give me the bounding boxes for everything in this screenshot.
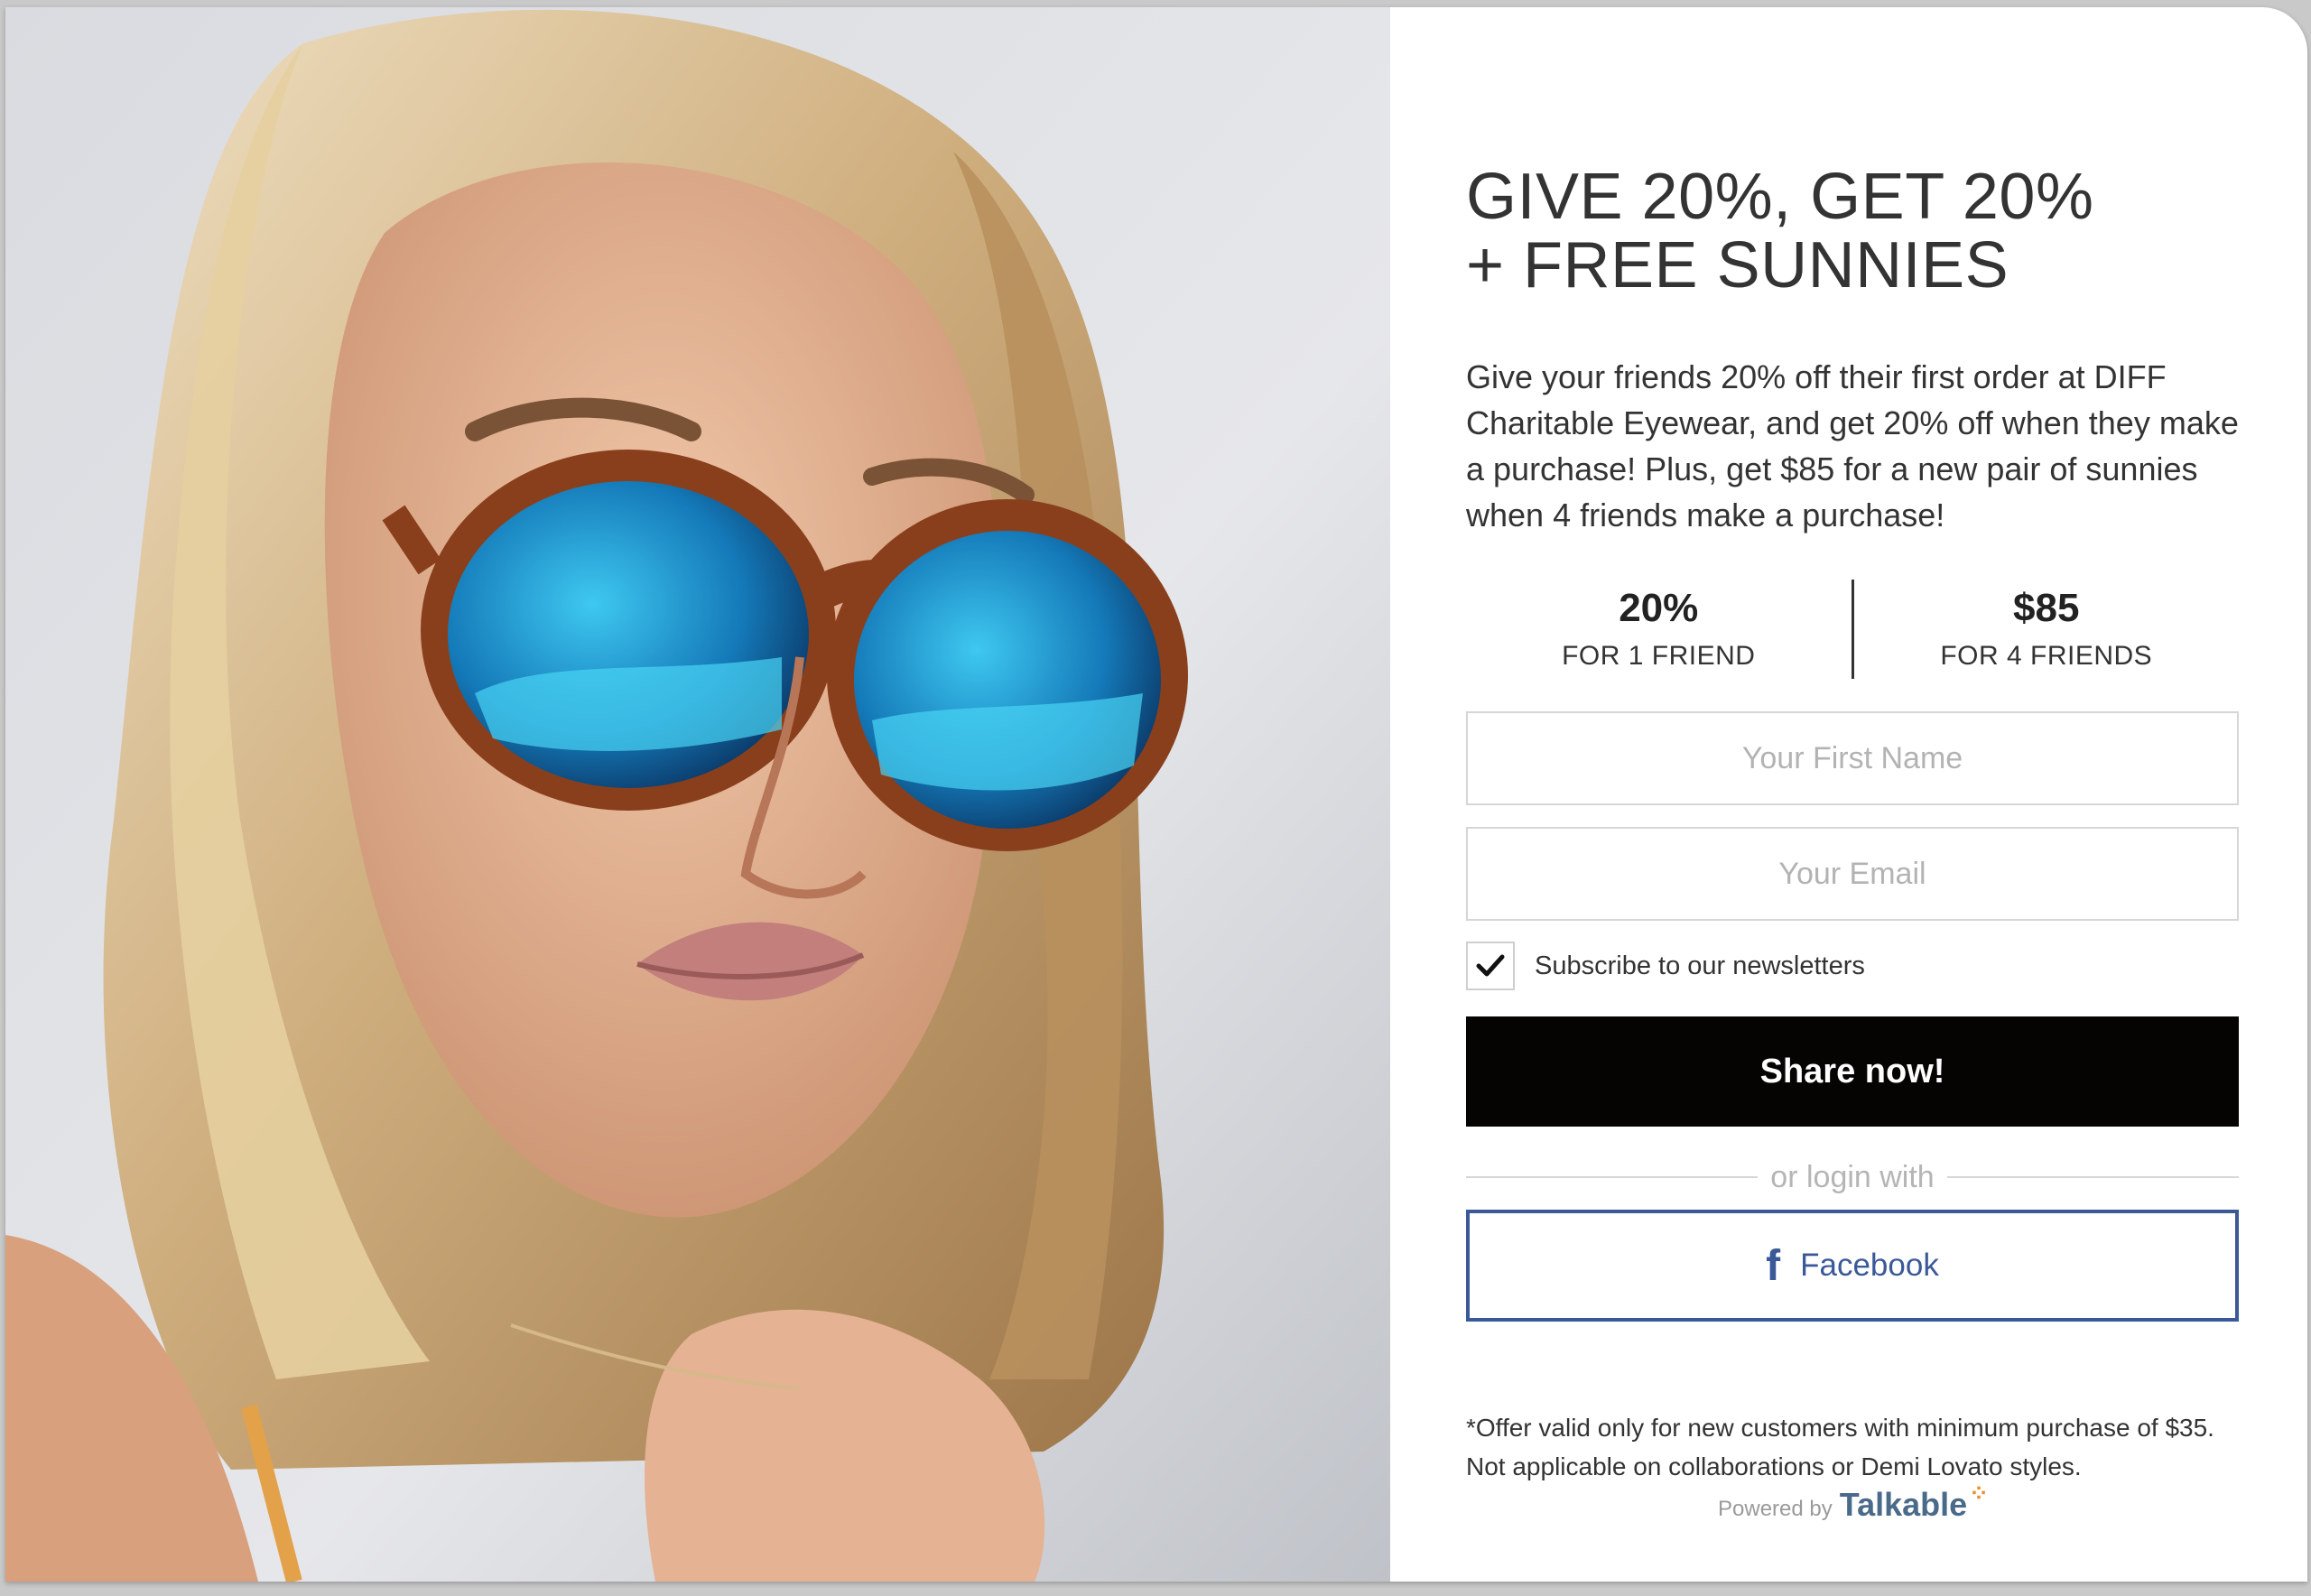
subscribe-checkbox[interactable] — [1466, 942, 1515, 990]
or-login-text: or login with — [1770, 1159, 1935, 1194]
first-name-input[interactable] — [1466, 711, 2239, 805]
reward-four-friends: $85 FOR 4 FRIENDS — [1854, 576, 2240, 681]
reward-label: FOR 4 FRIENDS — [1940, 641, 2153, 671]
divider-line — [1466, 1176, 1759, 1178]
email-input[interactable] — [1466, 827, 2239, 921]
share-now-button[interactable]: Share now! — [1466, 1016, 2239, 1127]
checkmark-icon — [1476, 954, 1505, 977]
reward-amount: $85 — [2013, 586, 2080, 630]
powered-by-label: Powered by — [1718, 1497, 1833, 1521]
or-login-divider: or login with — [1466, 1152, 2240, 1202]
facebook-icon: f — [1766, 1241, 1781, 1290]
talkable-brand-text: Talkable — [1839, 1486, 1968, 1523]
rewards-summary: 20% FOR 1 FRIEND $85 FOR 4 FRIENDS — [1466, 576, 2239, 681]
subscribe-row: Subscribe to our newsletters — [1466, 941, 1865, 991]
talkable-logo[interactable]: Talkable⁘ — [1839, 1480, 1989, 1524]
headline-line-2: + FREE SUNNIES — [1466, 229, 2009, 302]
reward-label: FOR 1 FRIEND — [1562, 641, 1756, 671]
referral-panel: GIVE 20%, GET 20% + FREE SUNNIES Give yo… — [1466, 7, 2242, 1582]
headline: GIVE 20%, GET 20% + FREE SUNNIES — [1466, 162, 2094, 300]
spark-icon: ⁘ — [1969, 1480, 1989, 1507]
hero-photo-illustration — [5, 7, 1390, 1582]
hero-photo — [5, 7, 1390, 1582]
reward-one-friend: 20% FOR 1 FRIEND — [1466, 576, 1852, 681]
divider-line — [1946, 1176, 2240, 1178]
powered-by-footer: Powered by Talkable⁘ — [1466, 1480, 2239, 1524]
facebook-login-button[interactable]: f Facebook — [1466, 1210, 2239, 1322]
facebook-button-label: Facebook — [1800, 1248, 1939, 1283]
headline-line-1: GIVE 20%, GET 20% — [1466, 161, 2094, 233]
referral-modal: GIVE 20%, GET 20% + FREE SUNNIES Give yo… — [5, 7, 2307, 1582]
subscribe-label: Subscribe to our newsletters — [1535, 951, 1865, 980]
offer-disclaimer: *Offer valid only for new customers with… — [1466, 1414, 2214, 1480]
offer-description: Give your friends 20% off their first or… — [1466, 358, 2239, 534]
reward-amount: 20% — [1619, 586, 1699, 630]
